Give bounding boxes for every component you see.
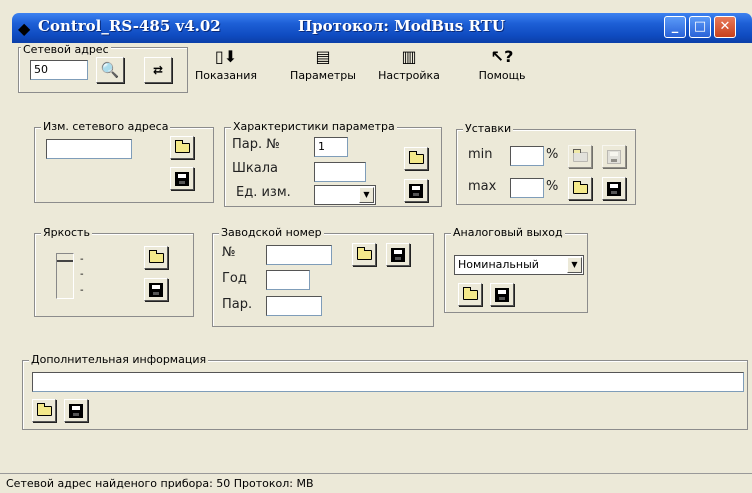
readings-label: Показания xyxy=(195,69,257,82)
search-device-button[interactable]: 🔍 xyxy=(96,57,124,83)
unit-select[interactable]: ▼ xyxy=(314,185,376,205)
help-label: Помощь xyxy=(478,69,526,82)
min-percent: % xyxy=(546,147,559,162)
folder-icon xyxy=(572,148,588,162)
analog-legend: Аналоговый выход xyxy=(451,226,565,239)
par-input[interactable]: 1 xyxy=(314,137,348,157)
settings-icon: ▥ xyxy=(401,47,417,66)
address-save-button[interactable] xyxy=(170,167,194,190)
chevron-down-icon: ▼ xyxy=(359,187,374,203)
network-address-input[interactable]: 50 xyxy=(30,60,88,80)
floppy-icon xyxy=(175,171,189,186)
serial-par-label: Пар. xyxy=(222,297,253,312)
extra-info-legend: Дополнительная информация xyxy=(29,353,209,366)
year-label: Год xyxy=(222,271,247,286)
min-open-button[interactable] xyxy=(568,145,592,168)
readings-icon: ▯⬇ xyxy=(214,47,238,66)
tick-mark: - xyxy=(80,254,84,265)
slider-thumb[interactable] xyxy=(57,254,73,262)
analog-save-button[interactable] xyxy=(490,283,514,306)
param-chars-legend: Характеристики параметра xyxy=(231,120,397,133)
analog-selected: Номинальный xyxy=(458,258,539,271)
max-label: max xyxy=(468,179,497,194)
min-input[interactable] xyxy=(510,146,544,166)
title-bar[interactable]: ◆ Control_RS-485 v4.02 Протокол: ModBus … xyxy=(12,13,752,43)
folder-icon xyxy=(572,180,588,194)
transfer-icon: ⇄ xyxy=(152,63,164,77)
extra-info-input[interactable] xyxy=(32,372,744,392)
help-button[interactable]: ↖? Помощь xyxy=(472,47,532,82)
tick-mark: - xyxy=(80,269,84,280)
serial-legend: Заводской номер xyxy=(219,226,324,239)
folder-icon xyxy=(174,139,190,153)
serial-no-label: № xyxy=(222,245,236,260)
parameters-icon: ▤ xyxy=(315,47,331,66)
serial-par-input[interactable] xyxy=(266,296,322,316)
transfer-button[interactable]: ⇄ xyxy=(144,57,172,83)
protocol-title: Протокол: ModBus RTU xyxy=(298,17,505,35)
scale-label: Шкала xyxy=(232,161,278,176)
magnifier-icon: 🔍 xyxy=(100,61,120,79)
folder-icon xyxy=(148,249,164,263)
floppy-icon xyxy=(409,183,423,198)
readings-button[interactable]: ▯⬇ Показания xyxy=(188,47,264,82)
parameters-label: Параметры xyxy=(290,69,356,82)
serial-open-button[interactable] xyxy=(352,243,376,266)
help-icon: ↖? xyxy=(490,47,514,66)
max-input[interactable] xyxy=(510,178,544,198)
client-area: Сетевой адрес 50 🔍 ⇄ ▯⬇ Показания ▤ Пара… xyxy=(12,43,752,493)
floppy-icon xyxy=(495,287,509,302)
folder-icon xyxy=(36,402,52,416)
serial-save-button[interactable] xyxy=(386,243,410,266)
analog-select[interactable]: Номинальный ▼ xyxy=(454,255,584,275)
floppy-icon xyxy=(391,247,405,262)
settings-button[interactable]: ▥ Настройка xyxy=(373,47,445,82)
floppy-icon xyxy=(607,181,621,196)
max-save-button[interactable] xyxy=(602,177,626,200)
floppy-icon xyxy=(607,149,621,164)
address-change-legend: Изм. сетевого адреса xyxy=(41,120,171,133)
min-save-button[interactable] xyxy=(602,145,626,168)
folder-icon xyxy=(462,286,478,300)
maximize-button[interactable]: □ xyxy=(689,16,711,38)
par-label: Пар. № xyxy=(232,137,280,152)
analog-open-button[interactable] xyxy=(458,283,482,306)
max-percent: % xyxy=(546,179,559,194)
max-open-button[interactable] xyxy=(568,177,592,200)
app-icon: ◆ xyxy=(18,19,31,38)
extra-info-group: Дополнительная информация xyxy=(22,354,748,430)
settings-label: Настройка xyxy=(378,69,440,82)
setpoints-legend: Уставки xyxy=(463,122,514,135)
status-bar: Сетевой адрес найденого прибора: 50 Прот… xyxy=(0,473,752,493)
app-window: ◆ Control_RS-485 v4.02 Протокол: ModBus … xyxy=(0,0,752,493)
floppy-icon xyxy=(149,282,163,297)
close-button[interactable]: ✕ xyxy=(714,16,736,38)
folder-icon xyxy=(356,246,372,260)
brightness-slider[interactable] xyxy=(56,253,74,299)
minimize-button[interactable]: _ xyxy=(664,16,686,38)
network-address-legend: Сетевой адрес xyxy=(21,43,111,56)
new-address-input[interactable] xyxy=(46,139,132,159)
extra-save-button[interactable] xyxy=(64,399,88,422)
tick-mark: - xyxy=(80,285,84,296)
extra-open-button[interactable] xyxy=(32,399,56,422)
chevron-down-icon: ▼ xyxy=(567,257,582,273)
folder-icon xyxy=(408,150,424,164)
serial-no-input[interactable] xyxy=(266,245,332,265)
year-input[interactable] xyxy=(266,270,310,290)
address-open-button[interactable] xyxy=(170,136,194,159)
min-label: min xyxy=(468,147,493,162)
parameters-button[interactable]: ▤ Параметры xyxy=(282,47,364,82)
floppy-icon xyxy=(69,403,83,418)
brightness-legend: Яркость xyxy=(41,226,92,239)
brightness-open-button[interactable] xyxy=(144,246,168,269)
brightness-save-button[interactable] xyxy=(144,278,168,301)
param-open-button[interactable] xyxy=(404,147,428,170)
status-text: Сетевой адрес найденого прибора: 50 Прот… xyxy=(6,477,314,490)
param-save-button[interactable] xyxy=(404,179,428,202)
scale-input[interactable] xyxy=(314,162,366,182)
window-title: Control_RS-485 v4.02 xyxy=(38,17,221,35)
unit-label: Ед. изм. xyxy=(236,185,291,200)
